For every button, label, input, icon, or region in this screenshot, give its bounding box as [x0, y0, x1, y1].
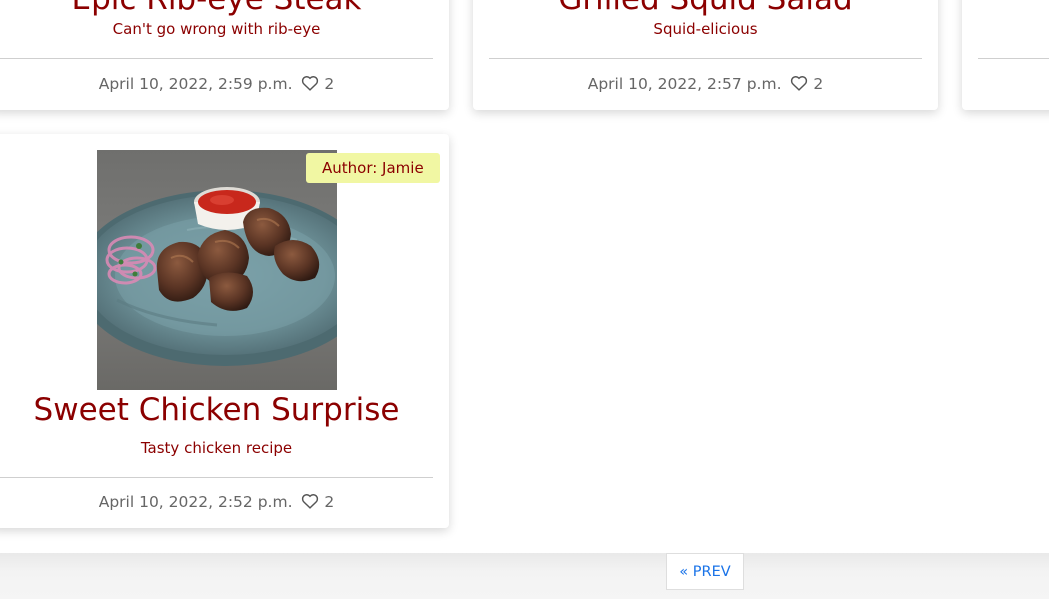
recipe-excerpt: Squid-elicious	[653, 20, 758, 38]
pagination-bar	[0, 553, 1049, 599]
recipe-meta: April 10, 2022, 2:52 p.m. 2	[0, 492, 433, 512]
card-divider	[0, 58, 433, 59]
recipe-date: April 10, 2022, 2:57 p.m.	[587, 75, 782, 93]
recipe-date: April 10, 2022, 2:59 p.m.	[98, 75, 293, 93]
heart-icon[interactable]	[301, 75, 319, 91]
recipe-card[interactable]	[962, 0, 1049, 110]
heart-icon[interactable]	[790, 75, 808, 91]
card-divider	[0, 477, 433, 478]
recipe-title[interactable]: Epic Rib-eye Steak	[0, 0, 433, 17]
recipe-grid: Epic Rib-eye Steak Can't go wrong with r…	[0, 0, 1049, 553]
card-divider	[978, 58, 1049, 59]
recipe-meta: April 10, 2022, 2:59 p.m. 2	[0, 74, 433, 94]
recipe-card[interactable]: Epic Rib-eye Steak Can't go wrong with r…	[0, 0, 449, 110]
like-count: 2	[324, 493, 335, 511]
recipe-date: April 10, 2022, 2:52 p.m.	[98, 493, 293, 511]
recipe-title[interactable]: Sweet Chicken Surprise	[0, 392, 433, 428]
author-badge: Author: Jamie	[306, 153, 440, 183]
heart-icon[interactable]	[301, 493, 319, 509]
recipe-meta: April 10, 2022, 2:57 p.m. 2	[473, 74, 938, 94]
recipe-excerpt: Can't go wrong with rib-eye	[112, 20, 321, 38]
like-count: 2	[813, 75, 824, 93]
recipe-card[interactable]: Grilled Squid Salad Squid-elicious April…	[473, 0, 938, 110]
recipe-image[interactable]	[97, 150, 337, 390]
like-count: 2	[324, 75, 335, 93]
recipe-title[interactable]: Grilled Squid Salad	[473, 0, 938, 17]
recipe-card[interactable]: Author: Jamie Sweet Chicken Surprise Tas…	[0, 134, 449, 528]
card-divider	[489, 58, 922, 59]
recipe-excerpt: Tasty chicken recipe	[140, 439, 293, 457]
prev-page-button[interactable]: « PREV	[666, 553, 744, 590]
